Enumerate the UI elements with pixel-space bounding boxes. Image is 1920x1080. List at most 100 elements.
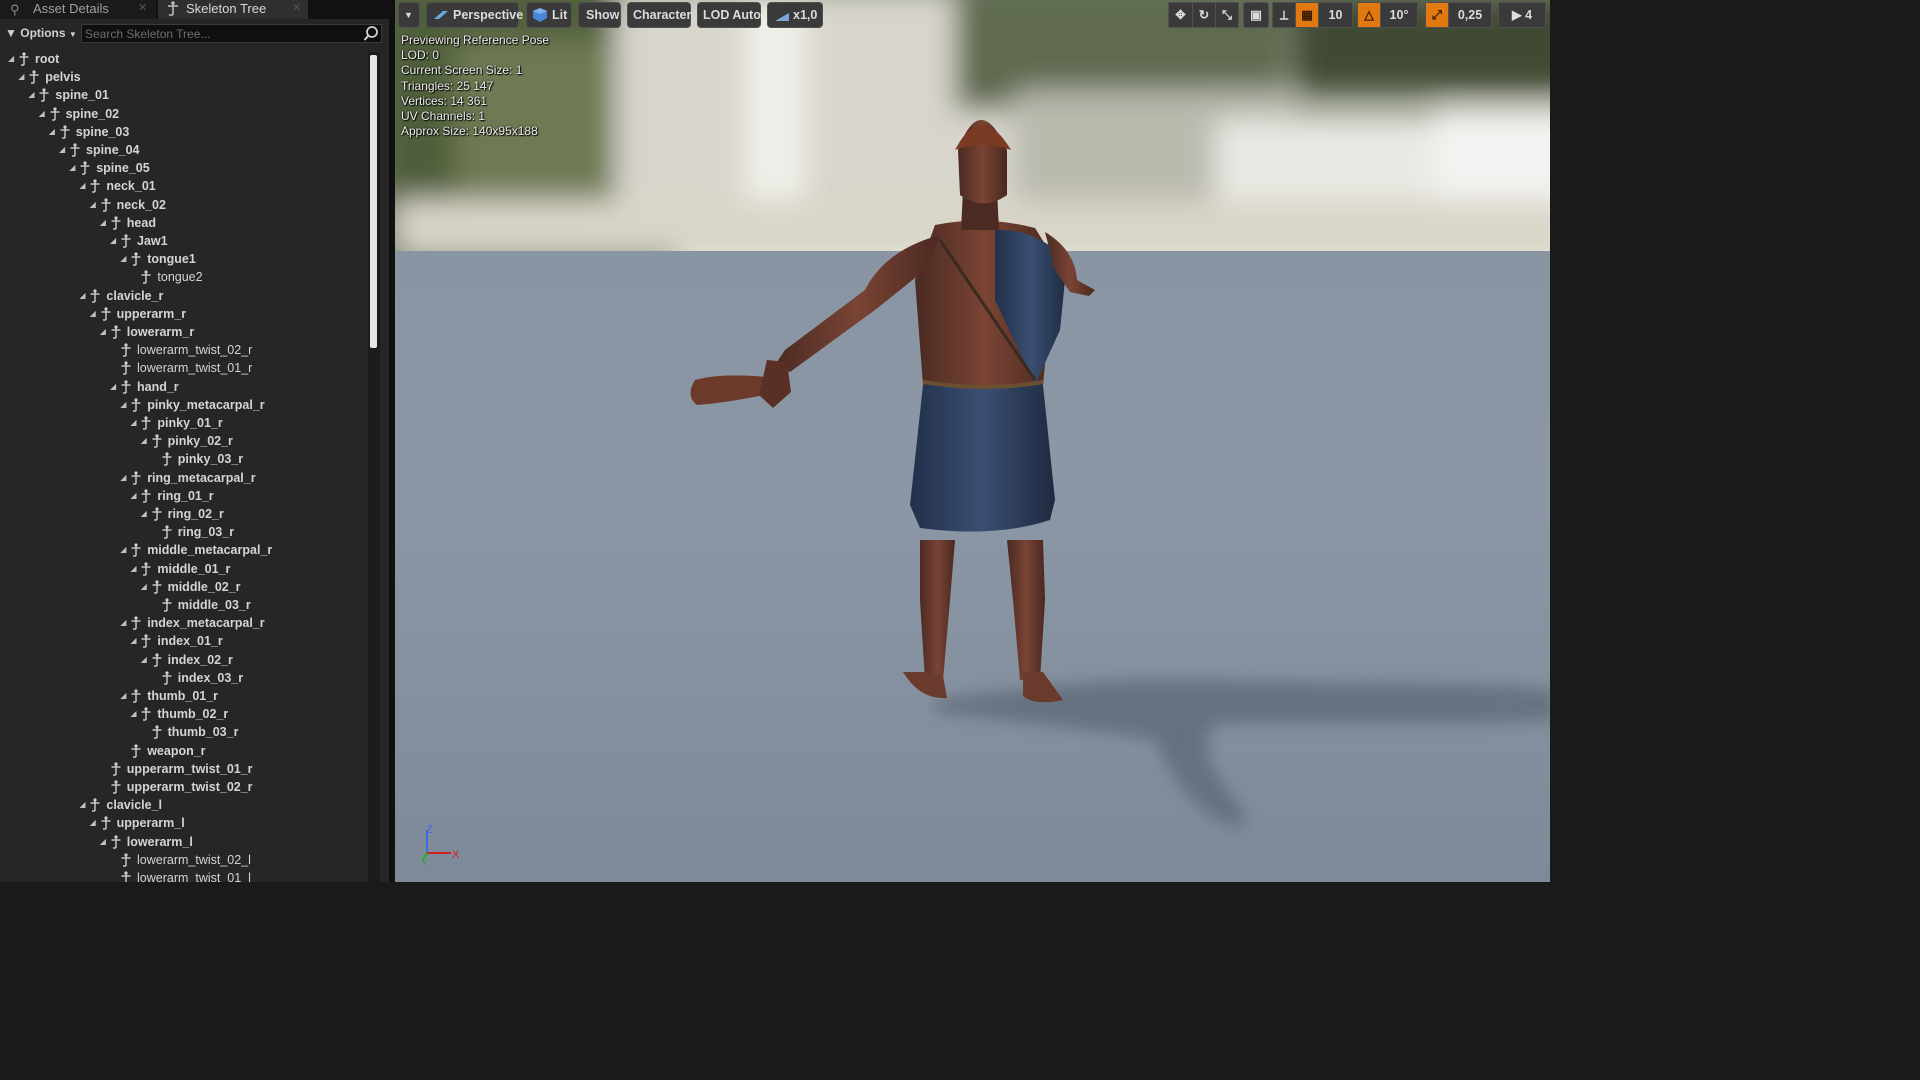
expand-arrow-icon[interactable]: ◢ <box>130 487 139 505</box>
tree-row[interactable]: ◢ root <box>0 50 370 68</box>
viewport[interactable]: Z X Y ▼ Perspective Lit Show Character L… <box>395 0 1568 882</box>
tree-row[interactable]: lowerarm_twist_01_r <box>0 359 370 377</box>
expand-arrow-icon[interactable]: ◢ <box>120 469 129 487</box>
close-icon[interactable]: ✕ <box>292 0 301 17</box>
tree-row[interactable]: ◢ thumb_02_r <box>0 705 370 723</box>
tree-row[interactable]: ◢ middle_01_r <box>0 560 370 578</box>
tree-row[interactable]: ◢ ring_01_r <box>0 487 370 505</box>
expand-arrow-icon[interactable]: ◢ <box>8 50 17 68</box>
tree-row[interactable]: ◢ index_01_r <box>0 632 370 650</box>
tree-row[interactable]: ◢ upperarm_l <box>0 814 370 832</box>
tree-row[interactable]: ◢ pelvis <box>0 68 370 86</box>
tree-row[interactable]: ◢ upperarm_r <box>0 305 370 323</box>
expand-arrow-icon[interactable]: ◢ <box>90 305 99 323</box>
tree-row[interactable]: lowerarm_twist_02_l <box>0 851 370 869</box>
expand-arrow-icon[interactable]: ◢ <box>18 68 27 86</box>
tree-row[interactable]: ◢ spine_01 <box>0 86 370 104</box>
expand-arrow-icon[interactable]: ◢ <box>79 287 88 305</box>
expand-arrow-icon[interactable]: ◢ <box>130 632 139 650</box>
tree-row[interactable]: tongue2 <box>0 268 370 286</box>
expand-arrow-icon[interactable]: ◢ <box>59 141 68 159</box>
tree-row[interactable]: ◢ ring_metacarpal_r <box>0 469 370 487</box>
tree-row[interactable]: ◢ clavicle_l <box>0 796 370 814</box>
show-button[interactable]: Show <box>578 2 621 28</box>
tree-row[interactable]: ◢ head <box>0 214 370 232</box>
rotate-tool-button[interactable]: ↻ <box>1192 2 1216 28</box>
tree-scrollbar[interactable] <box>368 52 380 882</box>
tree-row[interactable]: lowerarm_twist_02_r <box>0 341 370 359</box>
tab-skeleton-tree[interactable]: Skeleton Tree ✕ <box>158 0 308 19</box>
tree-row[interactable]: ◢ Jaw1 <box>0 232 370 250</box>
tree-row[interactable]: upperarm_twist_01_r <box>0 760 370 778</box>
surface-snap-button[interactable]: ⟂ <box>1272 2 1296 28</box>
expand-arrow-icon[interactable]: ◢ <box>90 814 99 832</box>
tree-row[interactable]: lowerarm_twist_01_l <box>0 869 370 882</box>
tree-row[interactable]: ◢ clavicle_r <box>0 287 370 305</box>
expand-arrow-icon[interactable]: ◢ <box>100 833 109 851</box>
tree-row[interactable]: ◢ hand_r <box>0 378 370 396</box>
tree-row[interactable]: thumb_03_r <box>0 723 370 741</box>
tree-row[interactable]: ◢ neck_02 <box>0 196 370 214</box>
expand-arrow-icon[interactable]: ◢ <box>90 196 99 214</box>
tab-asset-details[interactable]: ⚲ Asset Details ✕ <box>0 0 156 19</box>
expand-arrow-icon[interactable]: ◢ <box>120 541 129 559</box>
expand-arrow-icon[interactable]: ◢ <box>130 414 139 432</box>
scale-snap-toggle[interactable]: ⤢ <box>1425 2 1449 28</box>
expand-arrow-icon[interactable]: ◢ <box>141 578 150 596</box>
expand-arrow-icon[interactable]: ◢ <box>69 159 78 177</box>
expand-arrow-icon[interactable]: ◢ <box>28 86 37 104</box>
lit-button[interactable]: Lit <box>526 2 572 28</box>
tree-row[interactable]: ◢ spine_02 <box>0 105 370 123</box>
expand-arrow-icon[interactable]: ◢ <box>120 396 129 414</box>
rotation-snap-value[interactable]: 10° <box>1380 2 1418 28</box>
tree-row[interactable]: ◢ spine_04 <box>0 141 370 159</box>
grid-snap-value[interactable]: 10 <box>1318 2 1353 28</box>
camera-speed-button[interactable]: ▶ 4 <box>1498 2 1546 28</box>
search-input[interactable] <box>85 26 355 41</box>
translate-tool-button[interactable]: ✥ <box>1168 2 1193 28</box>
expand-arrow-icon[interactable]: ◢ <box>130 560 139 578</box>
scale-snap-value[interactable]: 0,25 <box>1448 2 1492 28</box>
expand-arrow-icon[interactable]: ◢ <box>120 614 129 632</box>
perspective-button[interactable]: Perspective <box>426 2 523 28</box>
options-dropdown[interactable]: ▼ Options ▼ <box>5 24 77 42</box>
tree-row[interactable]: ◢ spine_03 <box>0 123 370 141</box>
tree-row[interactable]: ◢ pinky_metacarpal_r <box>0 396 370 414</box>
character-button[interactable]: Character <box>627 2 691 28</box>
tree-row[interactable]: ◢ neck_01 <box>0 177 370 195</box>
tree-row[interactable]: ◢ spine_05 <box>0 159 370 177</box>
rotation-snap-toggle[interactable]: △ <box>1357 2 1381 28</box>
scrollbar-thumb[interactable] <box>370 55 377 348</box>
expand-arrow-icon[interactable]: ◢ <box>110 232 119 250</box>
tree-row[interactable]: ring_03_r <box>0 523 370 541</box>
lod-button[interactable]: LOD Auto <box>697 2 761 28</box>
expand-arrow-icon[interactable]: ◢ <box>79 796 88 814</box>
grid-snap-toggle[interactable]: ▦ <box>1295 2 1319 28</box>
tree-row[interactable]: ◢ pinky_02_r <box>0 432 370 450</box>
viewport-options-button[interactable]: ▼ <box>398 2 420 28</box>
expand-arrow-icon[interactable]: ◢ <box>100 214 109 232</box>
tree-row[interactable]: middle_03_r <box>0 596 370 614</box>
tree-row[interactable]: ◢ tongue1 <box>0 250 370 268</box>
expand-arrow-icon[interactable]: ◢ <box>120 250 129 268</box>
tree-row[interactable]: ◢ thumb_01_r <box>0 687 370 705</box>
tree-row[interactable]: ◢ index_02_r <box>0 651 370 669</box>
tree-row[interactable]: ◢ ring_02_r <box>0 505 370 523</box>
tree-row[interactable]: ◢ pinky_01_r <box>0 414 370 432</box>
expand-arrow-icon[interactable]: ◢ <box>141 432 150 450</box>
expand-arrow-icon[interactable]: ◢ <box>110 378 119 396</box>
expand-arrow-icon[interactable]: ◢ <box>39 105 48 123</box>
tree-row[interactable]: pinky_03_r <box>0 450 370 468</box>
expand-arrow-icon[interactable]: ◢ <box>49 123 58 141</box>
expand-arrow-icon[interactable]: ◢ <box>141 505 150 523</box>
expand-arrow-icon[interactable]: ◢ <box>100 323 109 341</box>
search-icon[interactable] <box>363 25 379 42</box>
tree-row[interactable]: ◢ middle_02_r <box>0 578 370 596</box>
expand-arrow-icon[interactable]: ◢ <box>120 687 129 705</box>
playback-speed-button[interactable]: x1,0 <box>767 2 823 28</box>
tree-row[interactable]: index_03_r <box>0 669 370 687</box>
tree-row[interactable]: ◢ lowerarm_l <box>0 833 370 851</box>
tree-row[interactable]: weapon_r <box>0 742 370 760</box>
scale-tool-button[interactable]: ⤡ <box>1215 2 1239 28</box>
tree-row[interactable]: ◢ lowerarm_r <box>0 323 370 341</box>
